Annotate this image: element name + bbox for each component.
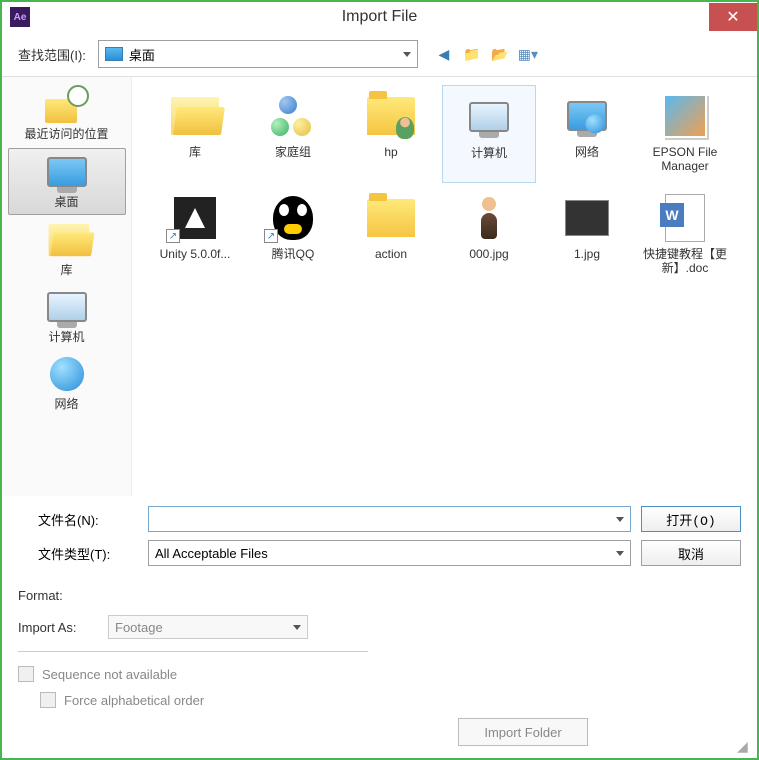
titlebar: Ae Import File ✕ — [2, 2, 757, 32]
places-sidebar: 最近访问的位置 桌面 库 计算机 网络 — [2, 77, 132, 496]
sidebar-item-label: 网络 — [54, 395, 78, 412]
filetype-dropdown[interactable]: All Acceptable Files — [148, 540, 631, 566]
file-item-doc[interactable]: 快捷键教程【更新】.doc — [638, 187, 732, 285]
alpha-checkbox — [40, 692, 56, 708]
chevron-down-icon — [403, 52, 411, 57]
filetype-value: All Acceptable Files — [155, 546, 268, 561]
new-folder-icon[interactable]: 📂 — [490, 44, 510, 64]
importas-dropdown[interactable]: Footage — [108, 615, 308, 639]
sequence-checkbox — [18, 666, 34, 682]
sequence-label: Sequence not available — [42, 667, 177, 682]
sidebar-item-label: 计算机 — [48, 328, 84, 345]
file-grid: 库 家庭组 hp 计算机 网络 — [148, 85, 741, 285]
shortcut-overlay-icon: ↗ — [166, 229, 180, 243]
file-item-action[interactable]: action — [344, 187, 438, 285]
file-label: Unity 5.0.0f... — [160, 247, 231, 261]
desktop-icon — [105, 47, 123, 61]
file-label: 计算机 — [471, 146, 507, 160]
alpha-checkbox-row: Force alphabetical order — [40, 692, 741, 708]
sidebar-item-libraries[interactable]: 库 — [8, 217, 126, 282]
file-item-qq[interactable]: ↗ 腾讯QQ — [246, 187, 340, 285]
network-icon — [45, 355, 89, 393]
sidebar-item-network[interactable]: 网络 — [8, 351, 126, 416]
filename-label: 文件名(N): — [18, 510, 138, 529]
file-item-1jpg[interactable]: 1.jpg — [540, 187, 634, 285]
network-icon — [558, 91, 616, 141]
file-label: 000.jpg — [469, 247, 508, 261]
desktop-icon — [45, 153, 89, 191]
sidebar-item-label: 桌面 — [54, 193, 78, 210]
sidebar-item-recent[interactable]: 最近访问的位置 — [8, 81, 126, 146]
user-folder-icon — [362, 91, 420, 141]
epson-icon — [656, 91, 714, 141]
up-folder-icon[interactable]: 📁 — [462, 44, 482, 64]
recent-places-icon — [45, 85, 89, 123]
file-item-epson[interactable]: EPSON File Manager — [638, 85, 732, 183]
unity-icon: ↗ — [166, 193, 224, 243]
file-label: 快捷键教程【更新】.doc — [640, 247, 730, 276]
import-folder-button[interactable]: Import Folder — [458, 718, 588, 746]
shortcut-overlay-icon: ↗ — [264, 229, 278, 243]
file-label: 库 — [189, 145, 201, 159]
file-label: 家庭组 — [275, 145, 311, 159]
sidebar-item-label: 最近访问的位置 — [24, 125, 108, 142]
qq-icon: ↗ — [264, 193, 322, 243]
view-menu-icon[interactable]: ▦▾ — [518, 44, 538, 64]
importas-label: Import As: — [18, 620, 98, 635]
file-item-000jpg[interactable]: 000.jpg — [442, 187, 536, 285]
file-label: hp — [384, 145, 397, 159]
computer-icon — [45, 288, 89, 326]
file-item-libraries[interactable]: 库 — [148, 85, 242, 183]
location-value: 桌面 — [129, 45, 397, 64]
file-label: 1.jpg — [574, 247, 600, 261]
import-options: Format: Import As: Footage Sequence not … — [2, 576, 757, 758]
file-item-hp[interactable]: hp — [344, 85, 438, 183]
file-item-network[interactable]: 网络 — [540, 85, 634, 183]
folder-icon — [166, 91, 224, 141]
chevron-down-icon — [293, 625, 301, 630]
sidebar-item-label: 库 — [60, 261, 72, 278]
open-button[interactable]: 打开(O) — [641, 506, 741, 532]
sidebar-item-desktop[interactable]: 桌面 — [8, 148, 126, 215]
file-item-computer[interactable]: 计算机 — [442, 85, 536, 183]
sidebar-item-computer[interactable]: 计算机 — [8, 284, 126, 349]
app-icon: Ae — [10, 7, 30, 27]
chevron-down-icon[interactable] — [616, 517, 624, 522]
computer-icon — [460, 92, 518, 142]
file-label: 腾讯QQ — [272, 247, 315, 261]
image-icon — [460, 193, 518, 243]
main-area: 最近访问的位置 桌面 库 计算机 网络 库 — [2, 76, 757, 496]
filename-bar: 文件名(N): 打开(O) 文件类型(T): All Acceptable Fi… — [2, 496, 757, 576]
alpha-label: Force alphabetical order — [64, 693, 204, 708]
location-toolbar: 查找范围(I): 桌面 ◀ 📁 📂 ▦▾ — [2, 32, 757, 76]
divider — [18, 651, 368, 652]
homegroup-icon — [264, 91, 322, 141]
file-item-unity[interactable]: ↗ Unity 5.0.0f... — [148, 187, 242, 285]
cancel-button[interactable]: 取消 — [641, 540, 741, 566]
folder-icon — [362, 193, 420, 243]
importas-value: Footage — [115, 620, 163, 635]
file-label: EPSON File Manager — [640, 145, 730, 174]
libraries-icon — [45, 221, 89, 259]
chevron-down-icon — [616, 551, 624, 556]
file-list-pane[interactable]: 库 家庭组 hp 计算机 网络 — [132, 77, 757, 496]
format-label: Format: — [18, 588, 98, 603]
filename-input[interactable] — [155, 512, 616, 527]
image-icon — [558, 193, 616, 243]
window-title: Import File — [342, 8, 418, 26]
toolbar-icon-group: ◀ 📁 📂 ▦▾ — [434, 44, 538, 64]
resize-grip-icon[interactable]: ◢ — [737, 738, 751, 752]
filetype-label: 文件类型(T): — [18, 544, 138, 563]
filename-combobox[interactable] — [148, 506, 631, 532]
sequence-checkbox-row: Sequence not available — [18, 666, 741, 682]
file-label: 网络 — [575, 145, 599, 159]
file-label: action — [375, 247, 407, 261]
lookin-label: 查找范围(I): — [18, 45, 86, 64]
import-file-dialog: Ae Import File ✕ 查找范围(I): 桌面 ◀ 📁 📂 ▦▾ 最近… — [0, 0, 759, 760]
back-icon[interactable]: ◀ — [434, 44, 454, 64]
location-dropdown[interactable]: 桌面 — [98, 40, 418, 68]
file-item-homegroup[interactable]: 家庭组 — [246, 85, 340, 183]
close-button[interactable]: ✕ — [709, 3, 757, 31]
word-doc-icon — [656, 193, 714, 243]
